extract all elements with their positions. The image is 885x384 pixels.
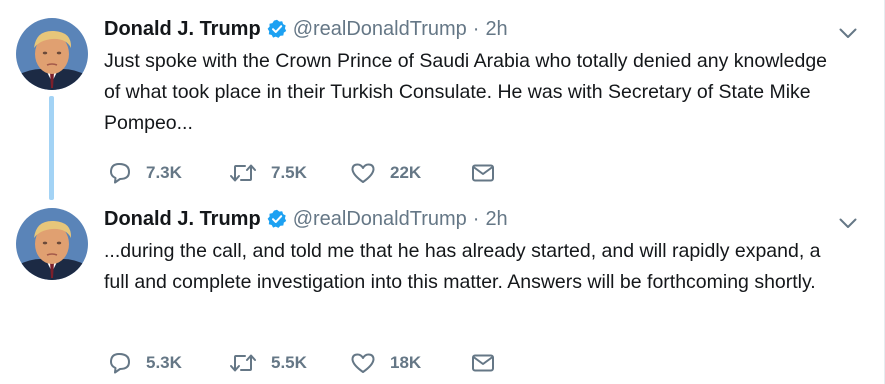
direct-message-button[interactable] [471,158,495,188]
retweet-button[interactable]: 7.5K [229,158,350,188]
retweet-count: 7.5K [271,163,307,182]
separator-dot: · [472,207,480,230]
tweet[interactable]: Donald J. Trump @realDonaldTrump · 2h ..… [0,190,880,380]
tweet-header: Donald J. Trump @realDonaldTrump · 2h [104,14,508,44]
heart-icon [350,352,376,374]
retweet-count: 5.5K [271,353,307,372]
chevron-down-icon[interactable] [838,216,858,230]
envelope-icon [471,163,495,183]
author-name[interactable]: Donald J. Trump [104,18,261,41]
tweet-actions: 5.3K 5.5K 18K [108,348,495,378]
tweet[interactable]: Donald J. Trump @realDonaldTrump · 2h Ju… [0,0,880,190]
reply-icon [108,352,132,374]
retweet-icon [229,162,257,184]
tweet-header: Donald J. Trump @realDonaldTrump · 2h [104,204,508,234]
retweet-icon [229,352,257,374]
like-button[interactable]: 18K [350,348,471,378]
like-count: 22K [390,163,422,182]
reply-button[interactable]: 7.3K [108,158,229,188]
separator-dot: · [472,17,480,40]
timestamp[interactable]: 2h [485,208,507,231]
reply-button[interactable]: 5.3K [108,348,229,378]
timestamp[interactable]: 2h [485,18,507,41]
tweet-text: ...during the call, and told me that he … [104,240,821,293]
tweet-actions: 7.3K 7.5K 22K [108,158,495,188]
retweet-button[interactable]: 5.5K [229,348,350,378]
like-button[interactable]: 22K [350,158,471,188]
direct-message-button[interactable] [471,348,495,378]
reply-icon [108,162,132,184]
tweet-thread: Donald J. Trump @realDonaldTrump · 2h Ju… [0,0,885,384]
author-name[interactable]: Donald J. Trump [104,208,261,231]
like-count: 18K [390,353,422,372]
author-handle[interactable]: @realDonaldTrump [293,208,467,231]
avatar[interactable] [16,18,88,90]
reply-count: 7.3K [146,163,182,182]
avatar[interactable] [16,208,88,280]
author-handle[interactable]: @realDonaldTrump [293,18,467,41]
chevron-down-icon[interactable] [838,26,858,40]
heart-icon [350,162,376,184]
verified-badge-icon [267,19,287,39]
tweet-text: Just spoke with the Crown Prince of Saud… [104,50,828,134]
envelope-icon [471,353,495,373]
verified-badge-icon [267,209,287,229]
reply-count: 5.3K [146,353,182,372]
